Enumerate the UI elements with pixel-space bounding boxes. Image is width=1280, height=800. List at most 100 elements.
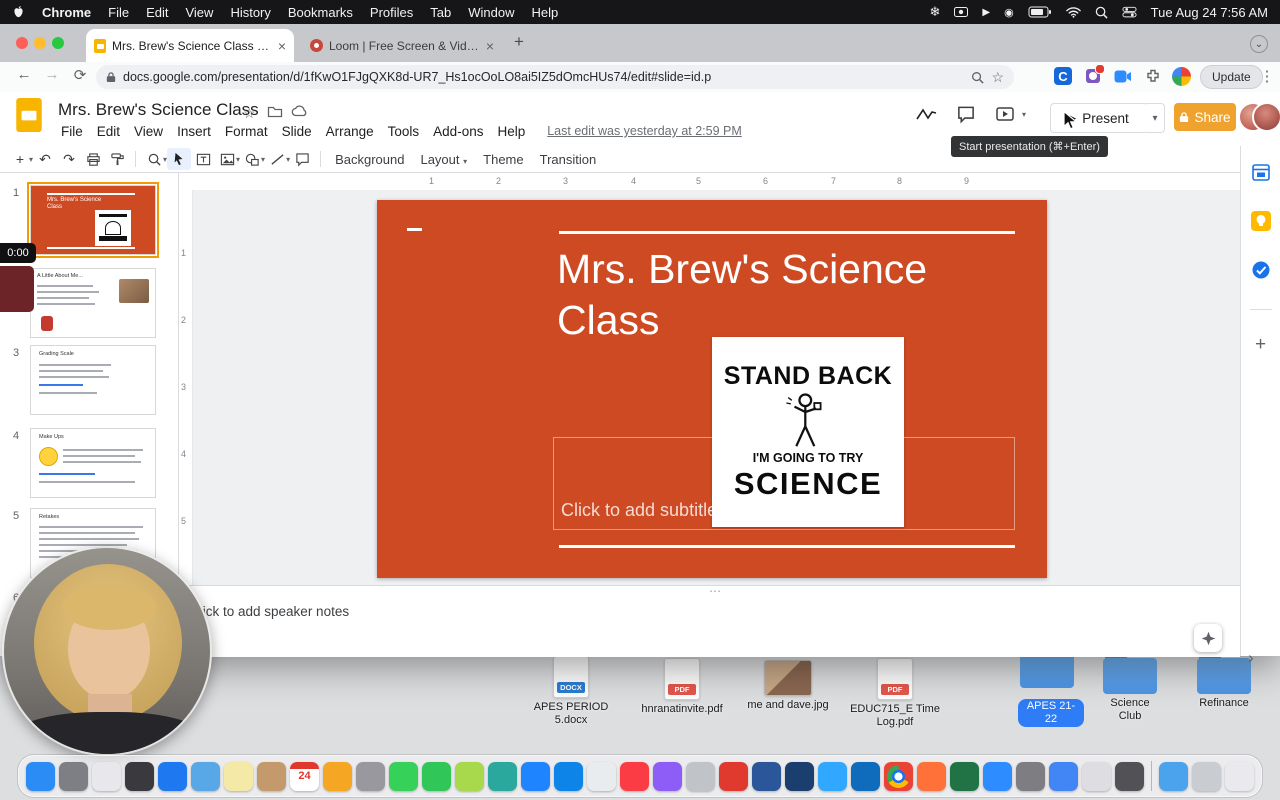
slides-logo-icon[interactable]: [16, 98, 42, 137]
explore-button[interactable]: [1194, 624, 1222, 652]
slide-thumbnail-2[interactable]: A Little About Me...: [30, 268, 156, 338]
address-bar[interactable]: docs.google.com/presentation/d/1fKwO1FJg…: [96, 65, 1014, 89]
menu-edit[interactable]: Edit: [90, 122, 127, 141]
print-button[interactable]: [81, 148, 105, 170]
dock-app-icon[interactable]: [1082, 761, 1111, 791]
text-box-button[interactable]: [191, 148, 215, 170]
profile-avatar-icon[interactable]: [1170, 65, 1192, 87]
dock-app-icon[interactable]: [653, 761, 682, 791]
dock-app-icon[interactable]: [686, 761, 715, 791]
menubar-item-history[interactable]: History: [230, 5, 270, 20]
calendar-icon[interactable]: [1251, 162, 1271, 187]
menu-slide[interactable]: Slide: [275, 122, 319, 141]
tab-search-chevron-icon[interactable]: ⌄: [1250, 35, 1268, 53]
menubar-item-view[interactable]: View: [185, 5, 213, 20]
dock-app-icon[interactable]: [59, 761, 88, 791]
collaborator-avatar[interactable]: [1252, 102, 1280, 132]
menu-tools[interactable]: Tools: [381, 122, 427, 141]
stand-back-image[interactable]: STAND BACK I'M GOING TO TRY SCIENCE: [712, 337, 904, 527]
desktop-file-pdf2[interactable]: PDF EDUC715_E Time Log.pdf: [846, 658, 944, 729]
slide-thumbnail-3[interactable]: Grading Scale: [30, 345, 156, 415]
forward-button[interactable]: →: [40, 66, 64, 88]
menu-insert[interactable]: Insert: [170, 122, 218, 141]
apple-logo-icon[interactable]: [12, 5, 25, 20]
window-close-button[interactable]: [16, 37, 28, 49]
redo-button[interactable]: ↷: [57, 148, 81, 170]
dock-firefox-icon[interactable]: [917, 761, 946, 791]
reload-button[interactable]: ⟳: [68, 66, 92, 88]
url-text[interactable]: docs.google.com/presentation/d/1fKwO1FJg…: [123, 70, 964, 84]
control-center-icon[interactable]: [1122, 6, 1137, 18]
dock-zoom-icon[interactable]: [983, 761, 1012, 791]
window-zoom-button[interactable]: [52, 37, 64, 49]
chrome-update-button[interactable]: Update: [1200, 65, 1263, 89]
notes-resize-handle[interactable]: ⋯: [709, 584, 723, 598]
dock-facetime-icon[interactable]: [422, 761, 451, 791]
undo-button[interactable]: ↶: [33, 148, 57, 170]
dock-trash-icon[interactable]: [1225, 761, 1254, 791]
loom-timer[interactable]: 0:00: [0, 243, 36, 263]
slide-thumbnail-1[interactable]: Mrs. Brew's Science Class: [27, 182, 159, 258]
cloud-status-icon[interactable]: [291, 105, 309, 123]
layout-button[interactable]: Layout ▾: [412, 149, 475, 170]
menubar-item-bookmarks[interactable]: Bookmarks: [288, 5, 353, 20]
menu-format[interactable]: Format: [218, 122, 275, 141]
paint-format-button[interactable]: [105, 148, 129, 170]
dock-app-icon[interactable]: [224, 761, 253, 791]
menu-addons[interactable]: Add-ons: [426, 122, 490, 141]
star-document-icon[interactable]: ☆: [243, 105, 256, 122]
hide-panel-chevron-icon[interactable]: ›: [1248, 648, 1254, 668]
present-to-meeting-icon[interactable]: [996, 106, 1018, 127]
document-title[interactable]: Mrs. Brew's Science Class: [58, 100, 259, 120]
window-minimize-button[interactable]: [34, 37, 46, 49]
menu-arrange[interactable]: Arrange: [319, 122, 381, 141]
dock-app-icon[interactable]: [488, 761, 517, 791]
menubar-item-tab[interactable]: Tab: [430, 5, 451, 20]
omnibox-search-icon[interactable]: [971, 71, 985, 84]
desktop-file-pdf1[interactable]: PDF hnranatinvite.pdf: [630, 658, 734, 716]
menubar-item-file[interactable]: File: [108, 5, 129, 20]
new-tab-button[interactable]: +: [514, 32, 524, 52]
desktop-folder-apes[interactable]: APES 21-22: [1018, 648, 1084, 727]
menu-help[interactable]: Help: [490, 122, 532, 141]
extension-c-icon[interactable]: C: [1052, 65, 1074, 87]
menu-view[interactable]: View: [127, 122, 170, 141]
insert-comment-button[interactable]: [290, 148, 314, 170]
tasks-icon[interactable]: [1251, 260, 1271, 285]
last-edit-link[interactable]: Last edit was yesterday at 2:59 PM: [540, 122, 749, 141]
tab-close-icon[interactable]: ×: [278, 39, 286, 53]
keep-icon[interactable]: [1250, 211, 1271, 236]
snowflake-icon[interactable]: ❄: [929, 4, 940, 20]
dock-downloads-folder-icon[interactable]: [1159, 761, 1188, 791]
spotlight-search-icon[interactable]: [1095, 6, 1108, 19]
desktop-file-photo[interactable]: me and dave.jpg: [740, 660, 836, 712]
dock-chrome-icon[interactable]: [884, 761, 913, 791]
background-button[interactable]: Background: [327, 149, 412, 170]
back-button[interactable]: ←: [12, 66, 36, 88]
webcam-bubble[interactable]: [2, 546, 212, 756]
slide-title-textbox[interactable]: Mrs. Brew's Science Class: [557, 244, 1027, 346]
dock-app-icon[interactable]: [1049, 761, 1078, 791]
play-status-icon[interactable]: ▶: [982, 7, 990, 18]
current-slide[interactable]: Mrs. Brew's Science Class STAND BACK I'M…: [377, 200, 1047, 578]
dock-app-icon[interactable]: [719, 761, 748, 791]
menubar-item-help[interactable]: Help: [532, 5, 559, 20]
menubar-app-name[interactable]: Chrome: [42, 5, 91, 20]
subtitle-placeholder-text[interactable]: Click to add subtitle: [561, 500, 717, 521]
get-addons-button[interactable]: +: [1255, 334, 1266, 356]
tab-loom[interactable]: Loom | Free Screen & Video Re ×: [302, 29, 502, 62]
share-button[interactable]: Share: [1174, 103, 1236, 131]
wifi-icon[interactable]: [1065, 6, 1081, 18]
record-status-icon[interactable]: ◉: [1004, 6, 1014, 19]
comment-history-icon[interactable]: [956, 105, 976, 129]
browser-menu-icon[interactable]: ⋮: [1256, 65, 1278, 87]
battery-icon[interactable]: [1028, 6, 1052, 18]
menubar-item-window[interactable]: Window: [468, 5, 514, 20]
dock-app-icon[interactable]: [125, 761, 154, 791]
dock-app-icon[interactable]: [521, 761, 550, 791]
dock-app-icon[interactable]: [323, 761, 352, 791]
dock-calendar-icon[interactable]: 24: [290, 761, 319, 791]
dock-documents-stack-icon[interactable]: [1192, 761, 1221, 791]
dock-music-icon[interactable]: [620, 761, 649, 791]
dock-app-icon[interactable]: [257, 761, 286, 791]
